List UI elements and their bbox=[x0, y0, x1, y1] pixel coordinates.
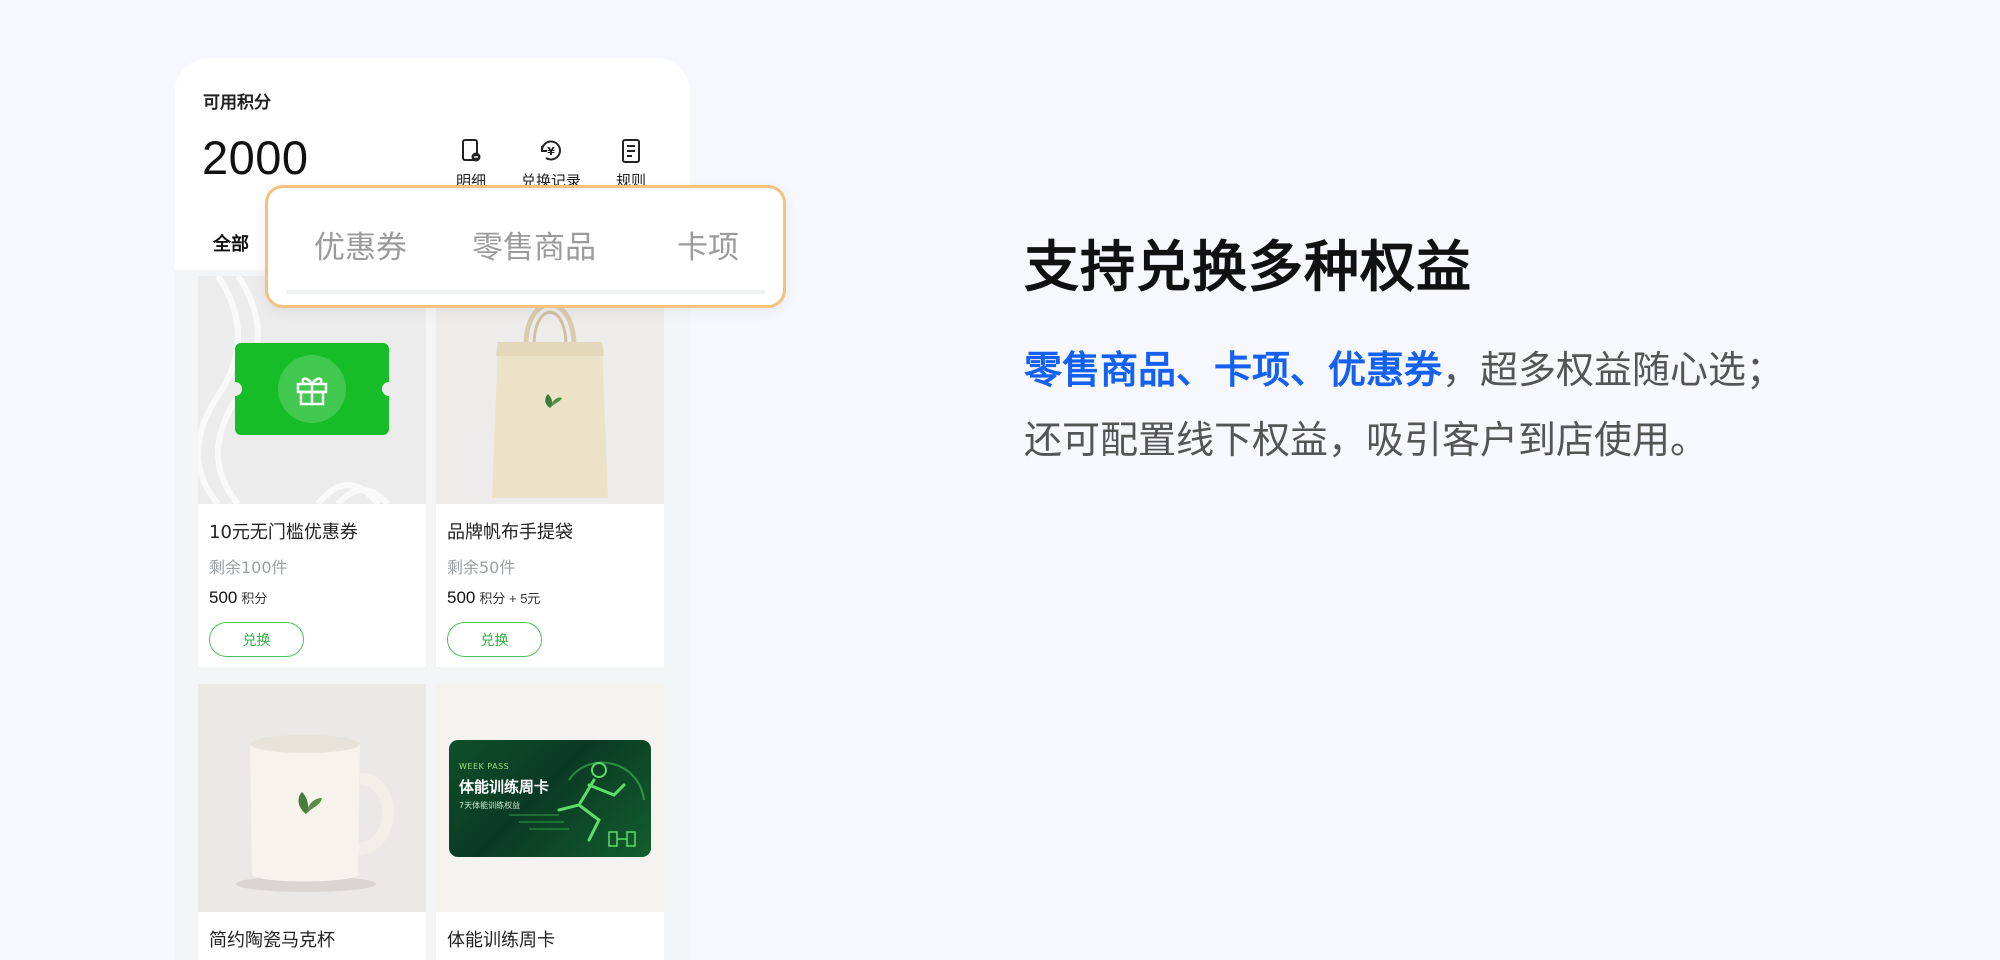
quick-actions: 明细 ¥ 兑换记录 规则 bbox=[440, 136, 662, 191]
week-pass-image: WEEK PASS 体能训练周卡 7天体能训练权益 bbox=[436, 684, 664, 912]
points-label: 可用积分 bbox=[203, 93, 271, 113]
tote-bag-image bbox=[436, 276, 664, 504]
description-line1: ，超多权益随心选； bbox=[1442, 348, 1785, 392]
tab-coupon[interactable]: 优惠券 bbox=[314, 222, 407, 267]
svg-text:¥: ¥ bbox=[547, 145, 555, 158]
product-card-mug[interactable]: 简约陶瓷马克杯 bbox=[198, 684, 426, 960]
pass-kicker: WEEK PASS bbox=[459, 762, 510, 771]
mug-image bbox=[198, 684, 426, 912]
coupon-image bbox=[198, 276, 426, 504]
rules-icon bbox=[622, 139, 640, 163]
pass-subtitle: 7天体能训练权益 bbox=[459, 801, 521, 810]
description-line2: 还可配置线下权益，吸引客户到店使用。 bbox=[1024, 418, 1709, 462]
exchange-record-icon: ¥ bbox=[540, 140, 561, 161]
week-pass-card: WEEK PASS 体能训练周卡 7天体能训练权益 bbox=[449, 740, 651, 857]
product-name: 品牌帆布手提袋 bbox=[447, 522, 573, 543]
product-card-coupon[interactable]: 10元无门槛优惠券 剩余100件 500 积分 兑换 bbox=[198, 276, 426, 667]
description-highlight: 零售商品、卡项、优惠券 bbox=[1024, 348, 1443, 392]
detail-icon bbox=[462, 139, 481, 162]
rules-button[interactable]: 规则 bbox=[600, 136, 662, 191]
redeem-button[interactable]: 兑换 bbox=[209, 622, 304, 657]
points-value: 2000 bbox=[202, 131, 309, 184]
product-price: 500 积分 + 5元 bbox=[447, 588, 541, 607]
product-list: 10元无门槛优惠券 剩余100件 500 积分 兑换 品牌帆布手提袋 剩余50件… bbox=[175, 270, 690, 960]
tab-card[interactable]: 卡项 bbox=[677, 222, 739, 267]
product-card-week-pass[interactable]: WEEK PASS 体能训练周卡 7天体能训练权益 体能训练周卡 bbox=[436, 684, 664, 960]
coupon-ticket bbox=[228, 343, 396, 435]
category-tabs-highlight: 优惠券 零售商品 卡项 bbox=[265, 185, 786, 308]
exchange-record-button[interactable]: ¥ 兑换记录 bbox=[520, 136, 582, 191]
detail-button[interactable]: 明细 bbox=[440, 136, 502, 191]
product-name: 10元无门槛优惠券 bbox=[209, 522, 358, 543]
product-stock: 剩余100件 bbox=[209, 558, 288, 577]
headline: 支持兑换多种权益 bbox=[1024, 235, 1473, 299]
product-card-tote-bag[interactable]: 品牌帆布手提袋 剩余50件 500 积分 + 5元 兑换 bbox=[436, 276, 664, 667]
tab-all[interactable]: 全部 bbox=[213, 230, 249, 256]
product-name: 体能训练周卡 bbox=[447, 930, 555, 951]
gift-icon bbox=[278, 355, 346, 423]
tab-retail[interactable]: 零售商品 bbox=[472, 222, 596, 267]
product-price: 500 积分 bbox=[209, 588, 268, 607]
redeem-button[interactable]: 兑换 bbox=[447, 622, 542, 657]
tabs-divider bbox=[286, 290, 765, 294]
pass-title: 体能训练周卡 bbox=[459, 778, 550, 796]
product-stock: 剩余50件 bbox=[447, 558, 516, 577]
description: 零售商品、卡项、优惠券，超多权益随心选； 还可配置线下权益，吸引客户到店使用。 bbox=[1024, 335, 1784, 475]
product-name: 简约陶瓷马克杯 bbox=[209, 930, 335, 951]
